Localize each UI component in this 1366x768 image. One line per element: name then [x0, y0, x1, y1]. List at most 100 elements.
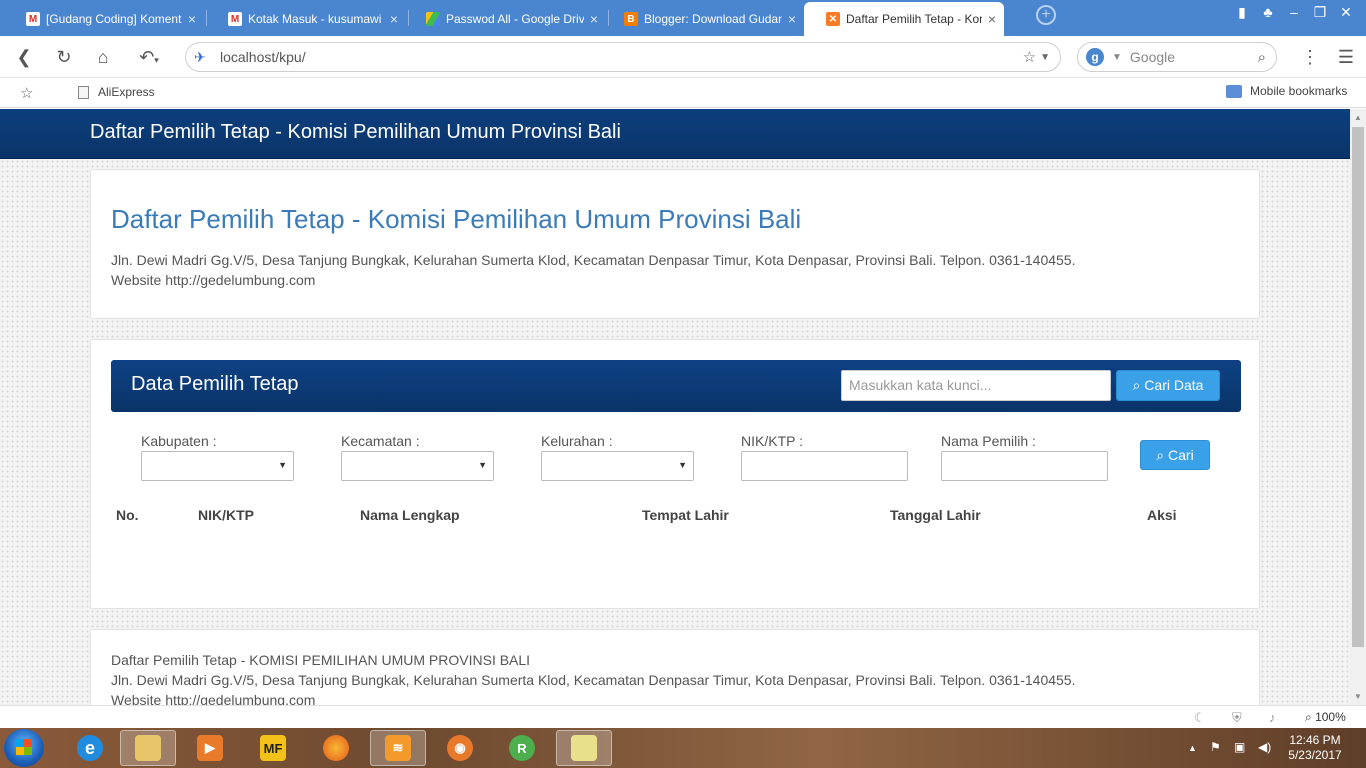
close-tab-icon[interactable]: ×	[188, 11, 196, 27]
page-footer: Daftar Pemilih Tetap - KOMISI PEMILIHAN …	[90, 629, 1260, 705]
clock-date: 5/23/2017	[1288, 748, 1342, 762]
mobile-bookmarks[interactable]: Mobile bookmarks	[1226, 84, 1347, 98]
taskbar-file-explorer[interactable]	[120, 730, 176, 766]
tab-blogger[interactable]: B Blogger: Download Gudan ×	[602, 4, 804, 34]
action-center-flag-icon[interactable]: ⚑	[1210, 740, 1221, 754]
nama-pemilih-input[interactable]	[941, 451, 1108, 481]
firefox-icon	[323, 735, 349, 761]
address-block: Jln. Dewi Madri Gg.V/5, Desa Tanjung Bun…	[111, 250, 1075, 290]
tray-expand-icon[interactable]: ▲	[1188, 743, 1197, 753]
bookmark-star-icon[interactable]: ☆	[1023, 48, 1036, 66]
volume-icon[interactable]: ♪	[1269, 710, 1276, 725]
keyword-search-input[interactable]: Masukkan kata kunci...	[841, 370, 1111, 401]
start-button[interactable]	[4, 729, 44, 767]
tab-gudang-coding[interactable]: M [Gudang Coding] Koment ×	[4, 4, 204, 34]
zoom-value: 100%	[1315, 710, 1346, 724]
xampp-icon: ✕	[826, 12, 840, 26]
taskbar-firefox[interactable]	[308, 730, 364, 766]
taskbar-uc-browser[interactable]: ≋	[370, 730, 426, 766]
cloud-folder-icon	[1226, 84, 1242, 98]
panel-heading: Data Pemilih Tetap Masukkan kata kunci..…	[111, 360, 1241, 412]
tab-daftar-pemilih-tetap[interactable]: ✕ Daftar Pemilih Tetap - Kon ×	[804, 2, 1004, 36]
new-tab-button[interactable]: +	[1036, 5, 1056, 25]
navbar-brand[interactable]: Daftar Pemilih Tetap - Komisi Pemilihan …	[90, 121, 621, 144]
nik-input[interactable]	[741, 451, 908, 481]
home-icon[interactable]: ⌂	[91, 46, 115, 68]
close-tab-icon[interactable]: ×	[988, 11, 996, 27]
tab-label: [Gudang Coding] Koment	[46, 12, 182, 26]
taskbar-vpn-app[interactable]: ◉	[432, 730, 488, 766]
kecamatan-label: Kecamatan :	[341, 433, 420, 449]
bookmark-star-icon[interactable]: ☆	[20, 84, 33, 102]
chevron-down-icon[interactable]: ▼	[1040, 52, 1050, 63]
r-app-icon: R	[509, 735, 535, 761]
restore-icon[interactable]: ❐	[1310, 4, 1330, 21]
night-mode-icon[interactable]: ☾	[1194, 710, 1206, 726]
back-arrow-icon[interactable]: ❮	[12, 46, 36, 68]
volume-icon[interactable]: ◀)	[1258, 740, 1271, 754]
tab-kotak-masuk[interactable]: M Kotak Masuk - kusumawi ×	[206, 4, 406, 34]
page-title: Daftar Pemilih Tetap - Komisi Pemilihan …	[111, 204, 802, 234]
search-icon: ⌕	[1156, 447, 1165, 463]
system-clock[interactable]: 12:46 PM 5/23/2017	[1280, 733, 1350, 763]
nama-pemilih-label: Nama Pemilih :	[941, 433, 1036, 449]
close-tab-icon[interactable]: ×	[788, 11, 796, 27]
more-menu-icon[interactable]: ⋮	[1298, 46, 1322, 68]
reload-icon[interactable]: ↻	[52, 46, 76, 68]
address-text: Jln. Dewi Madri Gg.V/5, Desa Tanjung Bun…	[111, 252, 1076, 268]
taskbar-mf-app[interactable]: MF	[245, 730, 301, 766]
url-text[interactable]: localhost/kpu/	[220, 49, 1023, 65]
scrollbar-thumb[interactable]	[1352, 127, 1364, 647]
minimize-icon[interactable]: –	[1284, 4, 1304, 20]
kecamatan-select[interactable]: ▼	[341, 451, 494, 481]
cari-button[interactable]: ⌕ Cari	[1140, 440, 1210, 470]
address-bar[interactable]: ✈ localhost/kpu/ ☆ ▼	[185, 42, 1061, 72]
chevron-down-icon[interactable]: ▼	[1112, 52, 1122, 63]
kabupaten-label: Kabupaten :	[141, 433, 217, 449]
folder-icon	[135, 735, 161, 761]
search-icon[interactable]: ⌕	[1258, 49, 1266, 66]
window-menu-icon[interactable]: ▮	[1232, 4, 1252, 21]
notes-app-icon	[571, 735, 597, 761]
kelurahan-label: Kelurahan :	[541, 433, 613, 449]
cari-data-label: Cari Data	[1144, 377, 1204, 393]
network-icon[interactable]: ▣	[1234, 740, 1245, 754]
scroll-down-icon[interactable]: ▼	[1354, 692, 1362, 701]
tab-passwod-all[interactable]: Passwod All - Google Driv ×	[404, 4, 606, 34]
scroll-up-icon[interactable]: ▲	[1354, 113, 1362, 122]
zoom-magnifier-icon: ⌕	[1305, 710, 1312, 724]
kelurahan-select[interactable]: ▼	[541, 451, 694, 481]
window-pin-icon[interactable]: ♣	[1258, 4, 1278, 20]
cari-label: Cari	[1168, 447, 1194, 463]
search-placeholder[interactable]: Google	[1130, 49, 1258, 65]
site-navbar: Daftar Pemilih Tetap - Komisi Pemilihan …	[0, 109, 1350, 159]
hamburger-menu-icon[interactable]: ☰	[1334, 46, 1358, 68]
zoom-level[interactable]: ⌕ 100%	[1305, 710, 1346, 725]
website-text: Website http://gedelumbung.com	[111, 272, 316, 288]
search-box[interactable]: g ▼ Google ⌕	[1077, 42, 1277, 72]
close-window-icon[interactable]: ✕	[1336, 4, 1356, 21]
close-tab-icon[interactable]: ×	[590, 11, 598, 27]
tab-label: Blogger: Download Gudan	[644, 12, 782, 26]
cari-data-button[interactable]: ⌕ Cari Data	[1116, 370, 1220, 401]
taskbar-media-player[interactable]: ▶	[182, 730, 238, 766]
taskbar-internet-explorer[interactable]: e	[62, 730, 118, 766]
kabupaten-select[interactable]: ▼	[141, 451, 294, 481]
panel-title: Data Pemilih Tetap	[131, 373, 299, 395]
dropdown-caret-icon: ▼	[678, 460, 687, 470]
windows-logo-icon	[16, 739, 32, 755]
taskbar-r-app[interactable]: R	[494, 730, 550, 766]
close-tab-icon[interactable]: ×	[390, 11, 398, 27]
site-info-icon[interactable]: ✈	[194, 49, 214, 66]
dropdown-caret-icon: ▼	[278, 460, 287, 470]
taskbar-notes-app[interactable]	[556, 730, 612, 766]
footer-website: Website http://gedelumbung.com	[111, 692, 316, 705]
vertical-scrollbar[interactable]: ▲ ▼	[1350, 109, 1366, 705]
tab-label: Daftar Pemilih Tetap - Kon	[846, 12, 982, 26]
undo-icon[interactable]: ↶▾	[131, 46, 167, 68]
google-icon: g	[1086, 48, 1104, 66]
internet-explorer-icon: e	[77, 735, 103, 761]
bookmark-label: AliExpress	[98, 85, 155, 99]
shield-icon[interactable]: ⛨	[1232, 710, 1242, 726]
bookmark-aliexpress[interactable]: AliExpress	[78, 85, 155, 99]
